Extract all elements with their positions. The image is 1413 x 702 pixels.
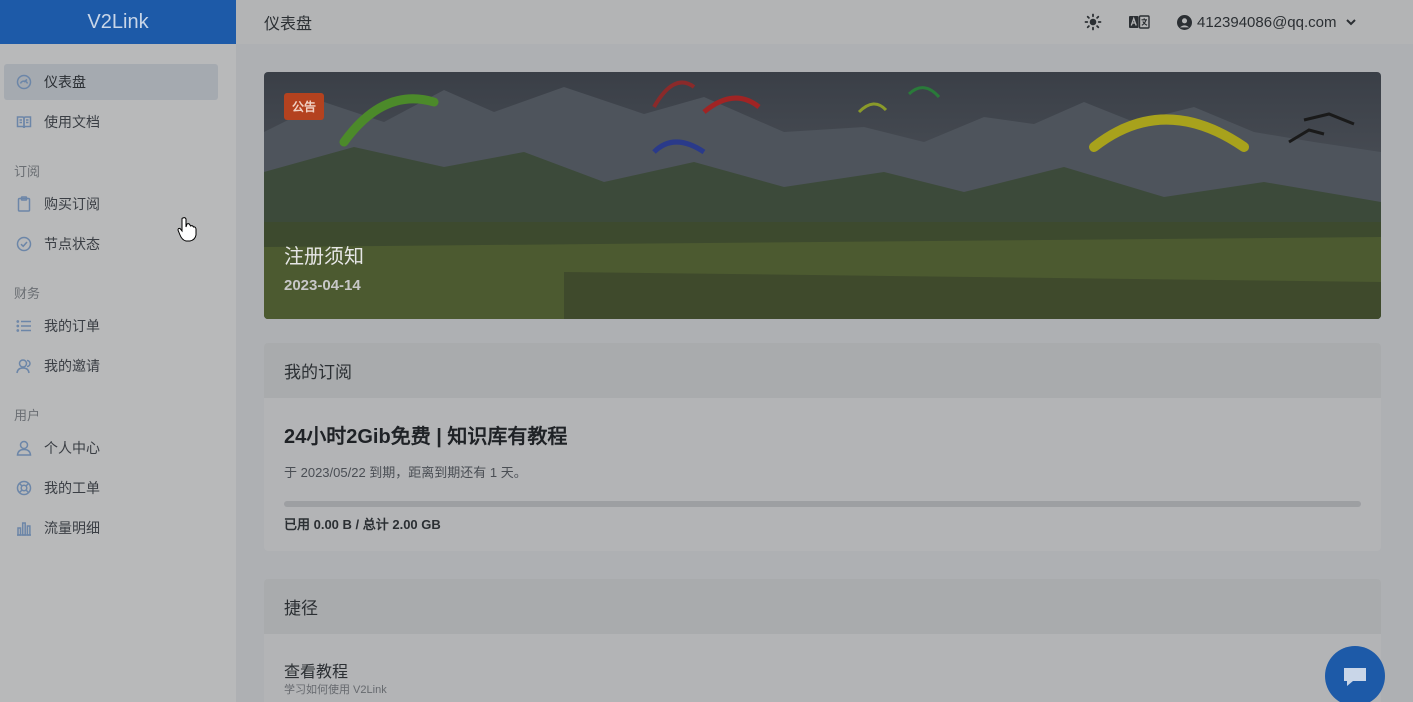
sidebar-item-my-orders[interactable]: 我的订单 [4, 308, 218, 344]
bar-chart-icon [16, 520, 32, 536]
chevron-down-icon [1345, 16, 1357, 28]
dashboard-icon [16, 74, 32, 90]
banner-image [264, 72, 1381, 319]
lifebuoy-icon [16, 480, 32, 496]
announcement-title: 注册须知 [284, 246, 364, 268]
section-label-subscription: 订阅 [14, 164, 41, 179]
sidebar-item-label: 节点状态 [44, 236, 100, 252]
language-button[interactable] [1127, 10, 1151, 34]
usage-progress-bar [284, 501, 1361, 507]
clipboard-icon [16, 196, 32, 212]
user-icon [16, 440, 32, 456]
sidebar-item-label: 购买订阅 [44, 196, 100, 212]
chat-bubble-icon [1344, 668, 1366, 686]
users-icon [16, 358, 32, 374]
sidebar: V2Link 仪表盘 使用文档 订阅 购买订阅 节点状态 财务 我的订单 我的邀… [0, 0, 236, 702]
translate-icon [1129, 15, 1150, 29]
announcement-date: 2023-04-14 [284, 277, 361, 294]
section-label-finance: 财务 [14, 286, 41, 301]
page-title: 仪表盘 [264, 16, 313, 33]
user-email: 412394086@qq.com [1197, 13, 1337, 31]
plan-name: 24小时2Gib免费 | 知识库有教程 [284, 426, 568, 448]
sidebar-item-label: 仪表盘 [44, 74, 86, 90]
shortcut-title: 查看教程 [284, 664, 349, 681]
sidebar-item-my-invites[interactable]: 我的邀请 [4, 348, 218, 384]
announcement-banner[interactable]: 公告 注册须知 2023-04-14 [264, 72, 1381, 319]
section-label-user: 用户 [14, 408, 41, 423]
shortcut-view-tutorial[interactable]: 查看教程 学习如何使用 V2Link [264, 634, 1381, 702]
brand-logo[interactable]: V2Link [0, 0, 236, 44]
sidebar-item-label: 个人中心 [44, 440, 100, 456]
hand-cursor-icon [177, 217, 197, 242]
usage-text: 已用 0.00 B / 总计 2.00 GB [284, 517, 441, 532]
sidebar-item-label: 流量明细 [44, 520, 100, 536]
top-bar: 仪表盘 412394086@qq.com [236, 0, 1413, 44]
sidebar-item-traffic[interactable]: 流量明细 [4, 510, 218, 546]
theme-toggle-button[interactable] [1081, 10, 1105, 34]
sidebar-nav: 仪表盘 使用文档 订阅 购买订阅 节点状态 财务 我的订单 我的邀请 用户 个人… [0, 44, 236, 546]
shortcut-description: 学习如何使用 V2Link [284, 684, 387, 696]
subscription-card-header: 我的订阅 [264, 343, 1381, 398]
book-icon [16, 114, 32, 130]
sidebar-item-profile[interactable]: 个人中心 [4, 430, 218, 466]
sidebar-item-docs[interactable]: 使用文档 [4, 104, 218, 140]
check-circle-icon [16, 236, 32, 252]
sidebar-item-label: 使用文档 [44, 114, 100, 130]
subscription-card: 我的订阅 24小时2Gib免费 | 知识库有教程 于 2023/05/22 到期… [264, 343, 1381, 551]
expire-text: 于 2023/05/22 到期，距离到期还有 1 天。 [284, 465, 527, 480]
list-icon [16, 318, 32, 334]
shortcuts-card: 捷径 查看教程 学习如何使用 V2Link [264, 579, 1381, 702]
sidebar-item-label: 我的订单 [44, 318, 100, 334]
sidebar-item-dashboard[interactable]: 仪表盘 [4, 64, 218, 100]
chat-support-button[interactable] [1325, 646, 1385, 702]
sidebar-item-tickets[interactable]: 我的工单 [4, 470, 218, 506]
announcement-badge: 公告 [284, 93, 325, 120]
user-avatar-icon [1177, 14, 1197, 30]
user-menu[interactable]: 412394086@qq.com [1177, 9, 1357, 35]
sidebar-item-label: 我的工单 [44, 480, 100, 496]
sidebar-item-label: 我的邀请 [44, 358, 100, 374]
sun-icon [1084, 13, 1102, 31]
shortcuts-card-header: 捷径 [264, 579, 1381, 634]
